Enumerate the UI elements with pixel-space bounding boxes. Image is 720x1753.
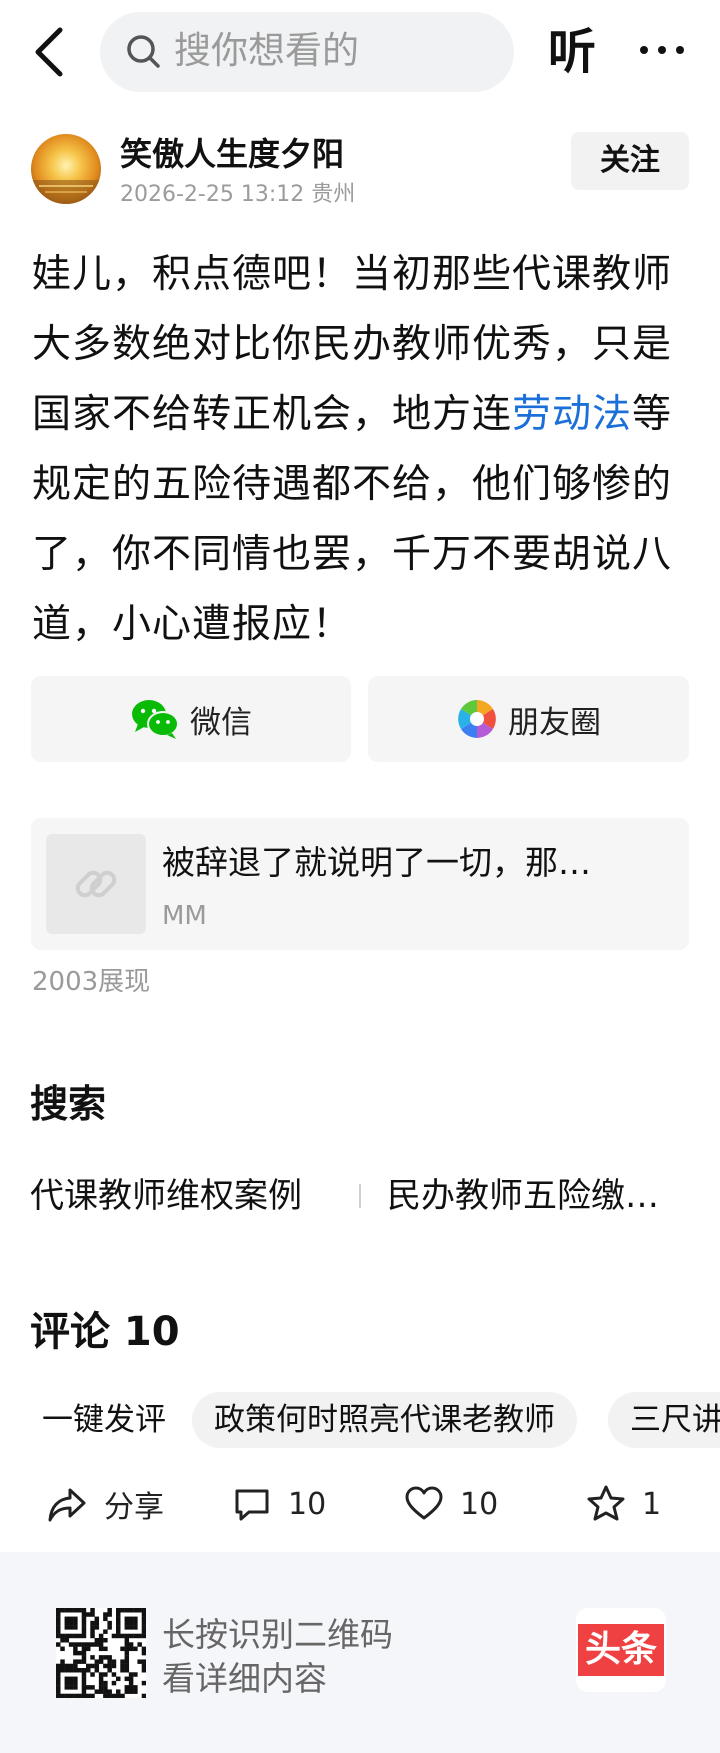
brand-label: 头条 [578,1624,664,1676]
favorite-action[interactable]: 1 [586,1476,661,1532]
wechat-icon [132,700,179,739]
star-icon [587,1485,625,1521]
link-thumbnail [46,834,146,934]
comment-suggestion-chip[interactable]: 三尺讲 [608,1392,720,1448]
post-meta: 2026-2-25 13:12 贵州 [120,182,356,207]
view-count: 2003展现 [32,967,151,997]
share-wechat-button[interactable]: 微信 [31,676,351,762]
comment-suggestion-chip[interactable]: 政策何时照亮代课老教师 [192,1392,577,1448]
linked-article-title[interactable]: 被辞退了就说明了一切，那… [162,840,591,886]
favorite-count: 1 [642,1486,662,1522]
follow-button[interactable]: 关注 [571,132,689,190]
search-suggestion[interactable]: 代课教师维权案例 [30,1172,302,1220]
quick-comment-chip[interactable]: 一键发评 [30,1392,178,1448]
qr-code-icon [56,1608,147,1699]
search-placeholder[interactable]: 搜你想看的 [174,26,359,76]
heart-icon [405,1486,443,1520]
suggestion-divider [359,1184,361,1208]
footer-instruction: 长按识别二维码 [162,1615,393,1654]
avatar[interactable] [31,134,101,204]
share-icon [48,1488,86,1522]
comments-title: 评论 10 [30,1309,180,1355]
share-action-label: 分享 [104,1490,164,1525]
post-content: 娃儿，积点德吧！当初那些代课教师大多数绝对比你民办教师优秀，只是国家不给转正机会… [32,240,692,660]
share-moments-label: 朋友圈 [508,704,601,741]
back-arrow-icon[interactable] [28,24,72,80]
link-icon [75,870,117,898]
share-action[interactable]: 分享 [46,1476,164,1532]
share-wechat-label: 微信 [190,704,252,741]
listen-button[interactable]: 听 [548,20,596,84]
search-icon [127,35,160,68]
moments-icon [458,700,496,738]
like-count: 10 [460,1486,499,1522]
law-link[interactable]: 劳动法 [512,392,632,437]
footer-subtext: 看详细内容 [162,1659,327,1698]
author-name[interactable]: 笑傲人生度夕阳 [120,132,344,176]
share-moments-button[interactable]: 朋友圈 [368,676,689,762]
toutiao-logo: 头条 [576,1608,666,1692]
comment-action[interactable]: 10 [232,1476,326,1532]
linked-article-source: MM [162,901,207,931]
comment-count: 10 [288,1486,327,1522]
qr-code [56,1608,147,1699]
more-options-icon[interactable] [632,30,712,70]
search-suggestion[interactable]: 民办教师五险缴… [387,1172,659,1220]
search-section-title: 搜索 [30,1082,107,1126]
comment-icon [235,1489,269,1521]
like-action[interactable]: 10 [404,1476,498,1532]
